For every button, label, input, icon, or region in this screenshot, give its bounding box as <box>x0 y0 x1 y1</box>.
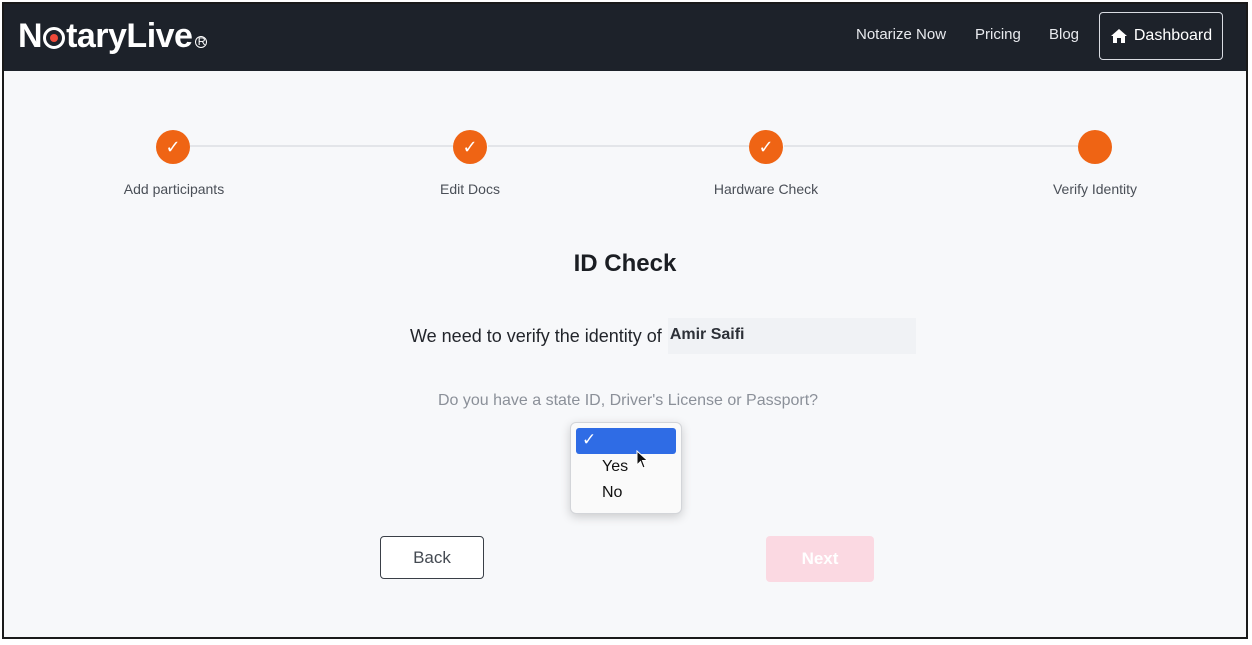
stepper-connector <box>190 145 456 147</box>
step-4-current-icon <box>1078 130 1112 164</box>
dashboard-button-label: Dashboard <box>1133 27 1213 44</box>
step-3-complete-icon: ✓ <box>749 130 783 164</box>
notarylive-logo[interactable]: N taryLive R <box>18 16 208 56</box>
stepper-connector <box>784 145 1078 147</box>
dashboard-button[interactable]: Dashboard <box>1099 12 1223 60</box>
step-2-complete-icon: ✓ <box>453 130 487 164</box>
page-title: ID Check <box>573 250 677 277</box>
step-3-label: Hardware Check <box>713 181 819 197</box>
id-select-option-blank[interactable]: ✓ <box>576 428 676 454</box>
next-button[interactable]: Next <box>766 536 874 582</box>
registered-mark-icon: R <box>195 36 208 48</box>
nav-link-blog[interactable]: Blog <box>1049 25 1079 45</box>
nav-link-notarize-now[interactable]: Notarize Now <box>856 25 946 45</box>
top-navbar: N taryLive R Notarize Now Pricing Blog D… <box>4 4 1246 71</box>
stepper-connector <box>488 145 750 147</box>
id-select-option-no[interactable]: No <box>576 480 676 506</box>
verify-identity-sentence: We need to verify the identity of Amir S… <box>410 318 916 354</box>
step-1-complete-icon: ✓ <box>156 130 190 164</box>
logo-seal-icon <box>43 27 66 49</box>
logo-text-end: taryLive <box>66 17 193 55</box>
participant-name-field: Amir Saifi <box>667 318 916 354</box>
checkmark-icon: ✓ <box>582 430 597 449</box>
step-2-label: Edit Docs <box>440 181 500 197</box>
step-1-label: Add participants <box>123 181 225 197</box>
mouse-pointer-icon <box>636 450 649 469</box>
id-select-option-yes[interactable]: Yes <box>576 454 676 480</box>
id-question: Do you have a state ID, Driver's License… <box>437 392 819 409</box>
home-icon <box>1110 29 1127 43</box>
verify-prefix-text: We need to verify the identity of <box>410 325 662 346</box>
step-4-label: Verify Identity <box>1052 181 1138 197</box>
nav-link-pricing[interactable]: Pricing <box>975 25 1021 45</box>
app-frame: N taryLive R Notarize Now Pricing Blog D… <box>2 2 1248 639</box>
back-button[interactable]: Back <box>380 536 484 579</box>
id-select-dropdown[interactable]: ✓ Yes No <box>570 422 682 514</box>
logo-text-start: N <box>18 17 43 55</box>
